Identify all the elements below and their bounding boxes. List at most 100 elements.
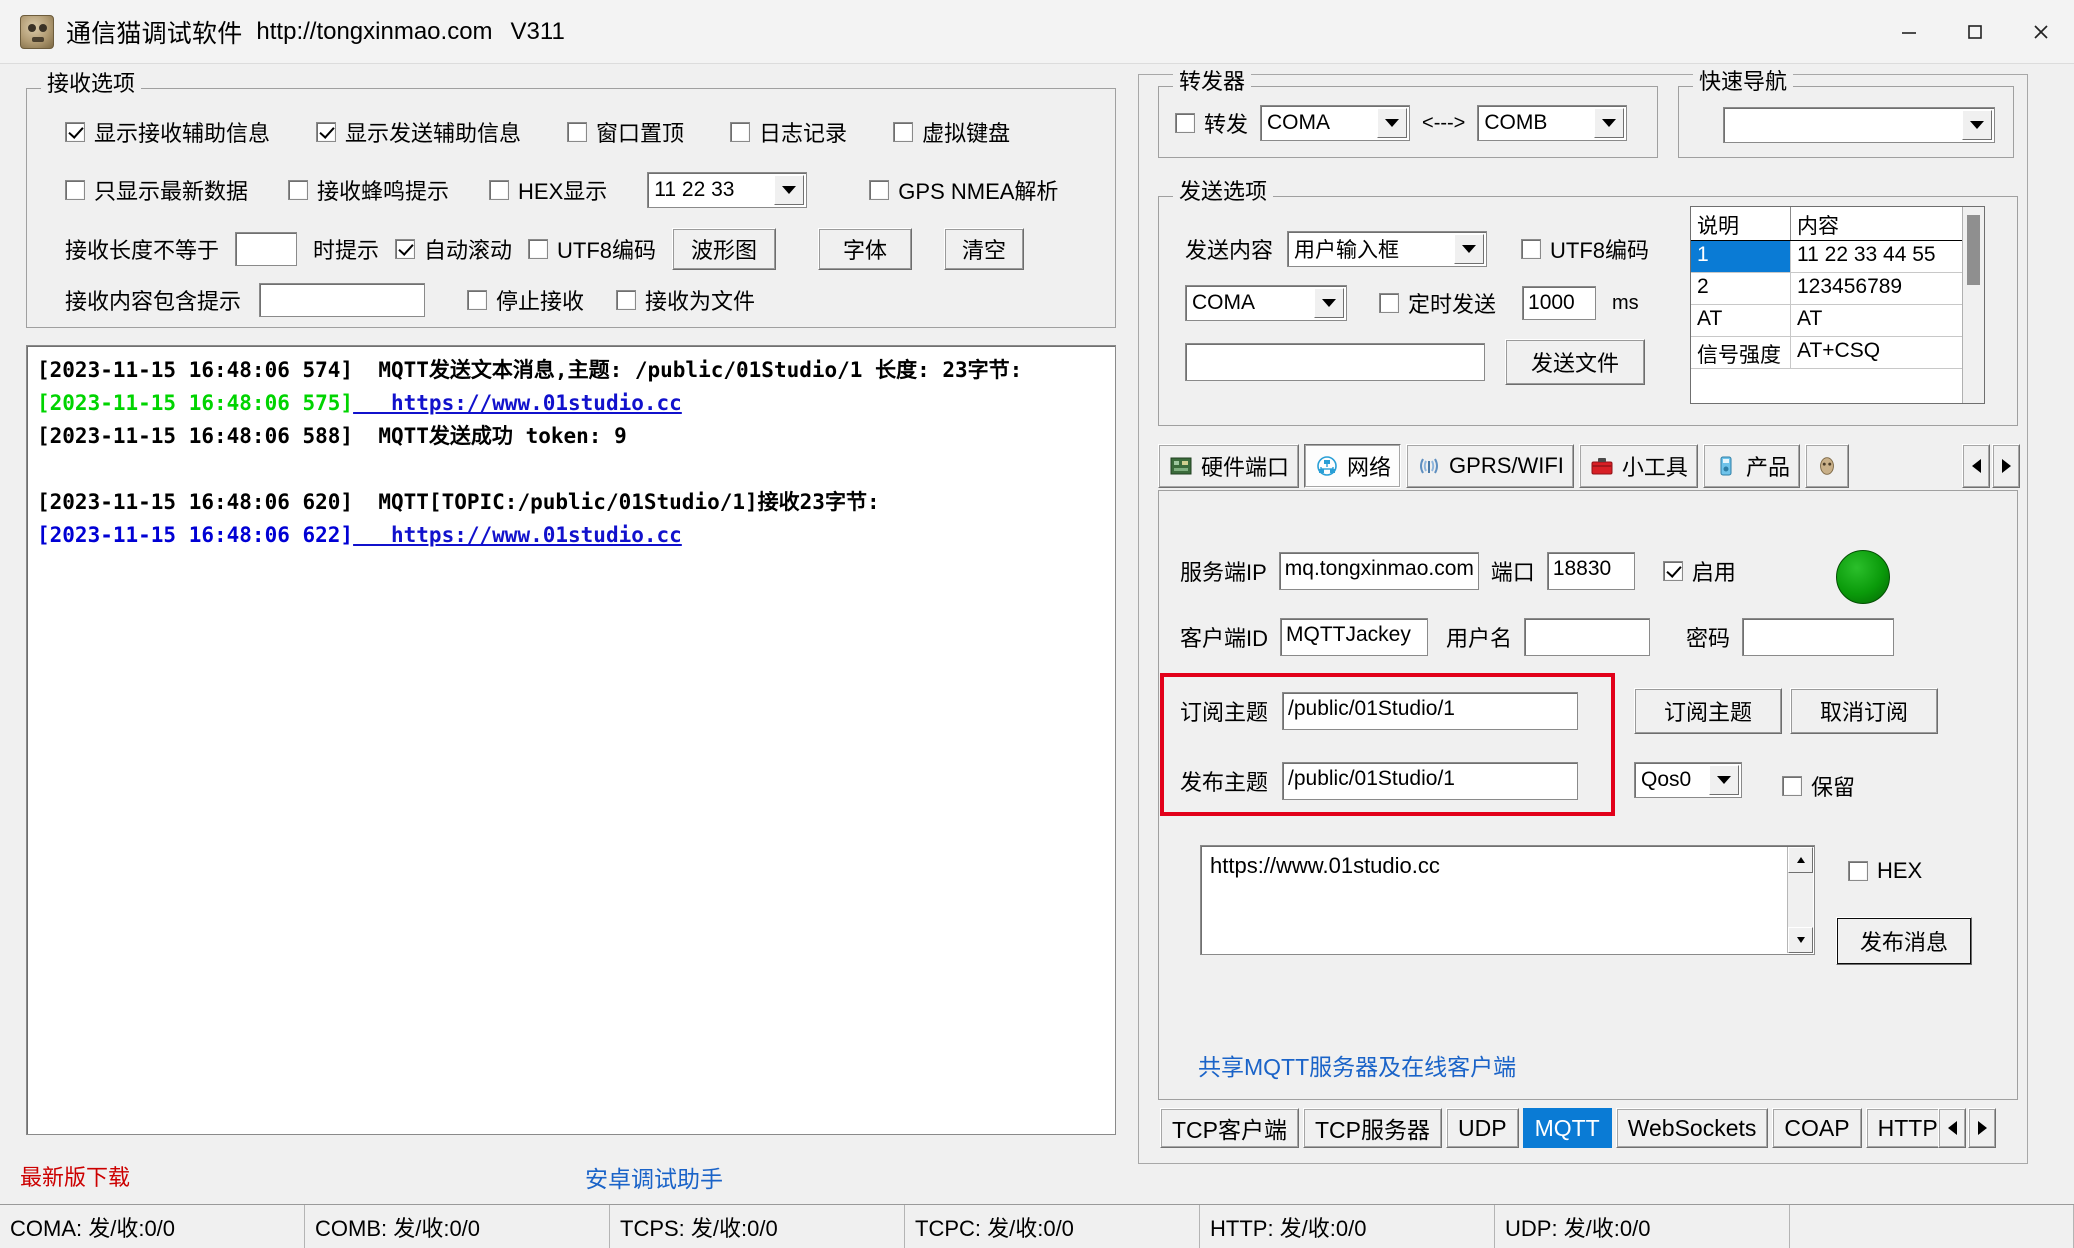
send-file-path-input[interactable] <box>1185 343 1485 381</box>
subscribe-button[interactable]: 订阅主题 <box>1634 688 1782 734</box>
checkbox-show-send-aux[interactable]: 显示发送辅助信息 <box>316 116 521 148</box>
checkbox-receive-to-file[interactable]: 接收为文件 <box>616 284 755 316</box>
scrollbar-thumb[interactable] <box>1967 215 1980 285</box>
checkbox-box[interactable] <box>567 122 588 142</box>
protocol-scroll-left-button[interactable] <box>1938 1108 1966 1148</box>
table-row[interactable]: AT AT <box>1691 305 1984 337</box>
checkbox-box[interactable] <box>467 290 488 310</box>
publish-message-button[interactable]: 发布消息 <box>1836 917 1972 965</box>
send-interval-input[interactable]: 1000 <box>1522 286 1597 320</box>
chevron-down-icon[interactable] <box>1709 765 1739 795</box>
checkbox-hex-publish[interactable]: HEX <box>1848 858 1922 884</box>
tab-scroll-left-button[interactable] <box>1962 444 1990 488</box>
shared-mqtt-server-link[interactable]: 共享MQTT服务器及在线客户端 <box>1198 1048 1516 1082</box>
chevron-down-icon[interactable] <box>1314 288 1344 318</box>
checkbox-utf8-send[interactable]: UTF8编码 <box>1521 233 1649 265</box>
chevron-down-icon[interactable] <box>1594 108 1625 138</box>
table-row[interactable]: 2 123456789 <box>1691 273 1984 305</box>
server-ip-input[interactable]: mq.tongxinmao.com <box>1278 552 1479 590</box>
checkbox-box[interactable] <box>1175 113 1195 133</box>
forward-port-b-combo[interactable]: COMB <box>1477 105 1628 141</box>
checkbox-box[interactable] <box>489 180 510 200</box>
checkbox-latest-only[interactable]: 只显示最新数据 <box>65 174 248 206</box>
scroll-down-button[interactable] <box>1788 927 1813 953</box>
chevron-down-icon[interactable] <box>1454 234 1485 264</box>
password-input[interactable] <box>1742 618 1895 656</box>
checkbox-box[interactable] <box>1662 561 1683 581</box>
recv-length-input[interactable] <box>235 232 298 266</box>
checkbox-hex-display[interactable]: HEX显示 <box>489 174 607 206</box>
main-tab-overflow[interactable] <box>1804 444 1849 488</box>
forward-port-a-combo[interactable]: COMA <box>1260 105 1411 141</box>
scroll-up-button[interactable] <box>1788 847 1813 873</box>
username-input[interactable] <box>1524 618 1651 656</box>
protocol-tab-COAP[interactable]: COAP <box>1772 1108 1862 1148</box>
main-tab-小工具[interactable]: 小工具 <box>1578 444 1698 488</box>
android-debug-assistant-link[interactable]: 安卓调试助手 <box>585 1160 723 1194</box>
waveform-button[interactable]: 波形图 <box>672 228 777 270</box>
checkbox-box[interactable] <box>528 239 549 259</box>
protocol-tab-TCP客户端[interactable]: TCP客户端 <box>1160 1108 1299 1148</box>
send-content-combo[interactable]: 用户输入框 <box>1287 231 1488 267</box>
port-input[interactable]: 18830 <box>1546 552 1635 590</box>
message-scrollbar[interactable] <box>1787 847 1813 953</box>
main-tab-网络[interactable]: 网络 <box>1304 444 1402 488</box>
checkbox-box[interactable] <box>1379 293 1399 313</box>
log-output-area[interactable]: [2023-11-15 16:48:06 574] MQTT发送文本消息,主题:… <box>26 345 1116 1135</box>
latest-version-download-link[interactable]: 最新版下载 <box>20 1160 130 1192</box>
main-tab-硬件端口[interactable]: 硬件端口 <box>1158 444 1300 488</box>
checkbox-box[interactable] <box>869 180 890 200</box>
protocol-tab-MQTT[interactable]: MQTT <box>1522 1108 1612 1148</box>
checkbox-box[interactable] <box>1782 776 1802 796</box>
checkbox-virtual-keyboard[interactable]: 虚拟键盘 <box>893 116 1010 148</box>
checkbox-box[interactable] <box>893 122 914 142</box>
sub-topic-input[interactable]: /public/01Studio/1 <box>1282 692 1579 730</box>
chevron-down-icon[interactable] <box>1377 108 1408 138</box>
clear-button[interactable]: 清空 <box>944 228 1025 270</box>
checkbox-retain[interactable]: 保留 <box>1782 770 1855 802</box>
checkbox-box[interactable] <box>1521 239 1542 259</box>
close-button[interactable] <box>2008 0 2074 64</box>
send-file-button[interactable]: 发送文件 <box>1505 339 1645 385</box>
pub-topic-input[interactable]: /public/01Studio/1 <box>1282 762 1579 800</box>
minimize-button[interactable] <box>1876 0 1942 64</box>
protocol-scroll-right-button[interactable] <box>1968 1108 1996 1148</box>
protocol-tab-UDP[interactable]: UDP <box>1446 1108 1519 1148</box>
send-presets-table[interactable]: 说明 内容 1 11 22 33 44 55 2 123456789 AT AT 信号强度 A… <box>1690 206 1985 404</box>
checkbox-timed-send[interactable]: 定时发送 <box>1379 287 1496 319</box>
tab-scroll-right-button[interactable] <box>1992 444 2020 488</box>
checkbox-box[interactable] <box>395 239 416 259</box>
font-button[interactable]: 字体 <box>818 228 913 270</box>
checkbox-box[interactable] <box>65 122 85 142</box>
protocol-tab-WebSockets[interactable]: WebSockets <box>1615 1108 1769 1148</box>
checkbox-recv-beep[interactable]: 接收蜂鸣提示 <box>288 174 449 206</box>
log-link[interactable]: https://www.01studio.cc <box>353 391 682 415</box>
checkbox-forward-enable[interactable]: 转发 <box>1175 107 1248 139</box>
qos-combo[interactable]: Qos0 <box>1634 762 1742 798</box>
unsubscribe-button[interactable]: 取消订阅 <box>1790 688 1938 734</box>
checkbox-box[interactable] <box>730 122 751 142</box>
chevron-down-icon[interactable] <box>774 175 805 205</box>
table-scrollbar[interactable] <box>1962 207 1984 403</box>
log-link[interactable]: https://www.01studio.cc <box>353 523 682 547</box>
checkbox-log-record[interactable]: 日志记录 <box>730 116 847 148</box>
client-id-input[interactable]: MQTTJackey <box>1280 618 1429 656</box>
checkbox-mqtt-enable[interactable]: 启用 <box>1662 555 1736 587</box>
checkbox-stop-receive[interactable]: 停止接收 <box>467 284 584 316</box>
checkbox-utf8-recv[interactable]: UTF8编码 <box>528 233 656 265</box>
main-tab-产品[interactable]: 产品 <box>1702 444 1800 488</box>
checkbox-window-on-top[interactable]: 窗口置顶 <box>567 116 684 148</box>
checkbox-box[interactable] <box>616 290 637 310</box>
publish-message-input[interactable]: https://www.01studio.cc <box>1200 845 1815 955</box>
checkbox-box[interactable] <box>288 180 309 200</box>
checkbox-gps-nmea[interactable]: GPS NMEA解析 <box>869 174 1058 206</box>
chevron-down-icon[interactable] <box>1962 110 1992 140</box>
table-row[interactable]: 信号强度 AT+CSQ <box>1691 337 1984 369</box>
checkbox-auto-scroll[interactable]: 自动滚动 <box>395 233 512 265</box>
maximize-button[interactable] <box>1942 0 2008 64</box>
protocol-tab-TCP服务器[interactable]: TCP服务器 <box>1303 1108 1442 1148</box>
checkbox-box[interactable] <box>316 122 337 142</box>
send-port-combo[interactable]: COMA <box>1185 285 1347 321</box>
checkbox-box[interactable] <box>1848 861 1868 881</box>
checkbox-show-recv-aux[interactable]: 显示接收辅助信息 <box>65 116 270 148</box>
